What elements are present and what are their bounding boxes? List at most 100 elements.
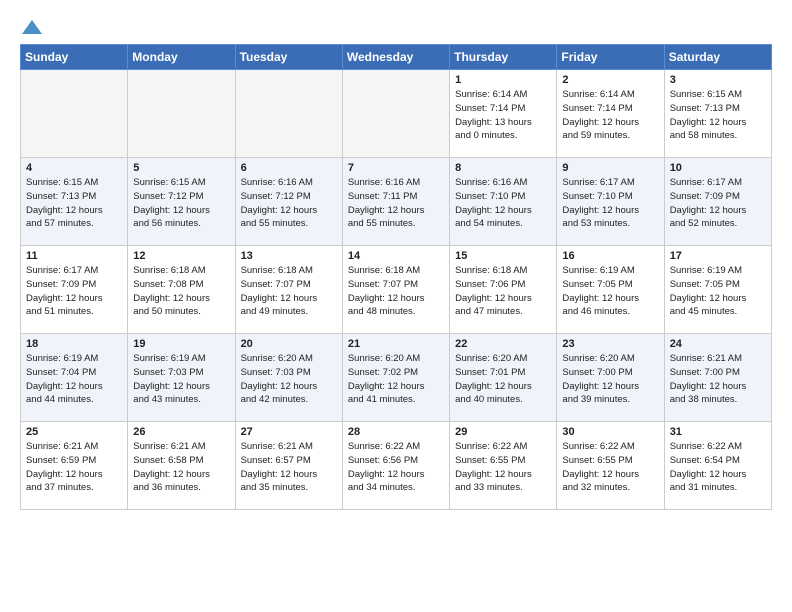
day-info: Sunrise: 6:20 AM Sunset: 7:03 PM Dayligh…: [241, 352, 337, 407]
day-number: 30: [562, 426, 658, 438]
day-number: 26: [133, 426, 229, 438]
day-cell: [21, 70, 128, 158]
week-row-2: 4 Sunrise: 6:15 AM Sunset: 7:13 PM Daylig…: [21, 158, 772, 246]
day-number: 14: [348, 250, 444, 262]
day-number: 19: [133, 338, 229, 350]
week-row-3: 11 Sunrise: 6:17 AM Sunset: 7:09 PM Dayli…: [21, 246, 772, 334]
day-cell: 9 Sunrise: 6:17 AM Sunset: 7:10 PM Daylig…: [557, 158, 664, 246]
day-cell: [342, 70, 449, 158]
calendar-table: SundayMondayTuesdayWednesdayThursdayFrid…: [20, 44, 772, 510]
day-cell: 8 Sunrise: 6:16 AM Sunset: 7:10 PM Daylig…: [450, 158, 557, 246]
day-info: Sunrise: 6:22 AM Sunset: 6:56 PM Dayligh…: [348, 440, 444, 495]
day-cell: 11 Sunrise: 6:17 AM Sunset: 7:09 PM Dayli…: [21, 246, 128, 334]
day-info: Sunrise: 6:18 AM Sunset: 7:07 PM Dayligh…: [348, 264, 444, 319]
day-info: Sunrise: 6:20 AM Sunset: 7:01 PM Dayligh…: [455, 352, 551, 407]
day-number: 18: [26, 338, 122, 350]
day-number: 17: [670, 250, 766, 262]
day-cell: 18 Sunrise: 6:19 AM Sunset: 7:04 PM Dayli…: [21, 334, 128, 422]
day-number: 9: [562, 162, 658, 174]
header-day-sunday: Sunday: [21, 45, 128, 70]
day-info: Sunrise: 6:16 AM Sunset: 7:11 PM Dayligh…: [348, 176, 444, 231]
day-info: Sunrise: 6:19 AM Sunset: 7:05 PM Dayligh…: [670, 264, 766, 319]
day-number: 4: [26, 162, 122, 174]
day-cell: 24Sunrise: 6:21 AM Sunset: 7:00 PM Dayli…: [664, 334, 771, 422]
day-info: Sunrise: 6:15 AM Sunset: 7:12 PM Dayligh…: [133, 176, 229, 231]
day-number: 3: [670, 74, 766, 86]
day-cell: 29 Sunrise: 6:22 AM Sunset: 6:55 PM Dayli…: [450, 422, 557, 510]
day-cell: 1 Sunrise: 6:14 AM Sunset: 7:14 PM Daylig…: [450, 70, 557, 158]
day-info: Sunrise: 6:14 AM Sunset: 7:14 PM Dayligh…: [455, 88, 551, 143]
day-cell: 25 Sunrise: 6:21 AM Sunset: 6:59 PM Dayli…: [21, 422, 128, 510]
day-info: Sunrise: 6:20 AM Sunset: 7:02 PM Dayligh…: [348, 352, 444, 407]
day-info: Sunrise: 6:21 AM Sunset: 6:57 PM Dayligh…: [241, 440, 337, 495]
day-info: Sunrise: 6:22 AM Sunset: 6:55 PM Dayligh…: [455, 440, 551, 495]
day-cell: 16 Sunrise: 6:19 AM Sunset: 7:05 PM Dayli…: [557, 246, 664, 334]
day-number: 10: [670, 162, 766, 174]
day-info: Sunrise: 6:19 AM Sunset: 7:03 PM Dayligh…: [133, 352, 229, 407]
day-cell: 19 Sunrise: 6:19 AM Sunset: 7:03 PM Dayli…: [128, 334, 235, 422]
day-cell: 13Sunrise: 6:18 AM Sunset: 7:07 PM Dayli…: [235, 246, 342, 334]
day-number: 25: [26, 426, 122, 438]
day-cell: 3Sunrise: 6:15 AM Sunset: 7:13 PM Daylig…: [664, 70, 771, 158]
day-number: 24: [670, 338, 766, 350]
week-row-4: 18 Sunrise: 6:19 AM Sunset: 7:04 PM Dayli…: [21, 334, 772, 422]
day-info: Sunrise: 6:17 AM Sunset: 7:10 PM Dayligh…: [562, 176, 658, 231]
header-day-monday: Monday: [128, 45, 235, 70]
day-info: Sunrise: 6:18 AM Sunset: 7:08 PM Dayligh…: [133, 264, 229, 319]
header-day-saturday: Saturday: [664, 45, 771, 70]
day-info: Sunrise: 6:22 AM Sunset: 6:55 PM Dayligh…: [562, 440, 658, 495]
day-cell: 26Sunrise: 6:21 AM Sunset: 6:58 PM Dayli…: [128, 422, 235, 510]
day-info: Sunrise: 6:17 AM Sunset: 7:09 PM Dayligh…: [26, 264, 122, 319]
header-day-friday: Friday: [557, 45, 664, 70]
day-info: Sunrise: 6:20 AM Sunset: 7:00 PM Dayligh…: [562, 352, 658, 407]
header: [20, 16, 772, 36]
day-info: Sunrise: 6:16 AM Sunset: 7:10 PM Dayligh…: [455, 176, 551, 231]
day-info: Sunrise: 6:15 AM Sunset: 7:13 PM Dayligh…: [26, 176, 122, 231]
day-info: Sunrise: 6:22 AM Sunset: 6:54 PM Dayligh…: [670, 440, 766, 495]
day-number: 2: [562, 74, 658, 86]
day-cell: 20Sunrise: 6:20 AM Sunset: 7:03 PM Dayli…: [235, 334, 342, 422]
day-cell: 30 Sunrise: 6:22 AM Sunset: 6:55 PM Dayli…: [557, 422, 664, 510]
day-cell: 6 Sunrise: 6:16 AM Sunset: 7:12 PM Daylig…: [235, 158, 342, 246]
day-number: 7: [348, 162, 444, 174]
day-number: 16: [562, 250, 658, 262]
day-cell: [235, 70, 342, 158]
day-number: 28: [348, 426, 444, 438]
day-info: Sunrise: 6:19 AM Sunset: 7:05 PM Dayligh…: [562, 264, 658, 319]
day-cell: 22 Sunrise: 6:20 AM Sunset: 7:01 PM Dayli…: [450, 334, 557, 422]
day-cell: [128, 70, 235, 158]
day-number: 22: [455, 338, 551, 350]
day-number: 23: [562, 338, 658, 350]
day-info: Sunrise: 6:21 AM Sunset: 6:59 PM Dayligh…: [26, 440, 122, 495]
day-number: 27: [241, 426, 337, 438]
header-row: SundayMondayTuesdayWednesdayThursdayFrid…: [21, 45, 772, 70]
week-row-5: 25 Sunrise: 6:21 AM Sunset: 6:59 PM Dayli…: [21, 422, 772, 510]
day-cell: 10 Sunrise: 6:17 AM Sunset: 7:09 PM Dayli…: [664, 158, 771, 246]
day-number: 8: [455, 162, 551, 174]
day-number: 13: [241, 250, 337, 262]
day-cell: 7 Sunrise: 6:16 AM Sunset: 7:11 PM Daylig…: [342, 158, 449, 246]
day-number: 6: [241, 162, 337, 174]
day-number: 29: [455, 426, 551, 438]
day-cell: 27 Sunrise: 6:21 AM Sunset: 6:57 PM Dayli…: [235, 422, 342, 510]
week-row-1: 1 Sunrise: 6:14 AM Sunset: 7:14 PM Daylig…: [21, 70, 772, 158]
day-info: Sunrise: 6:17 AM Sunset: 7:09 PM Dayligh…: [670, 176, 766, 231]
day-cell: 2 Sunrise: 6:14 AM Sunset: 7:14 PM Daylig…: [557, 70, 664, 158]
day-number: 12: [133, 250, 229, 262]
day-number: 11: [26, 250, 122, 262]
day-cell: 21Sunrise: 6:20 AM Sunset: 7:02 PM Dayli…: [342, 334, 449, 422]
day-cell: 4 Sunrise: 6:15 AM Sunset: 7:13 PM Daylig…: [21, 158, 128, 246]
day-cell: 17 Sunrise: 6:19 AM Sunset: 7:05 PM Dayli…: [664, 246, 771, 334]
calendar-body: 1 Sunrise: 6:14 AM Sunset: 7:14 PM Daylig…: [21, 70, 772, 510]
day-info: Sunrise: 6:16 AM Sunset: 7:12 PM Dayligh…: [241, 176, 337, 231]
header-day-tuesday: Tuesday: [235, 45, 342, 70]
header-day-thursday: Thursday: [450, 45, 557, 70]
day-cell: 28 Sunrise: 6:22 AM Sunset: 6:56 PM Dayli…: [342, 422, 449, 510]
day-cell: 12 Sunrise: 6:18 AM Sunset: 7:08 PM Dayli…: [128, 246, 235, 334]
day-cell: 5Sunrise: 6:15 AM Sunset: 7:12 PM Daylig…: [128, 158, 235, 246]
day-cell: 23 Sunrise: 6:20 AM Sunset: 7:00 PM Dayli…: [557, 334, 664, 422]
day-info: Sunrise: 6:14 AM Sunset: 7:14 PM Dayligh…: [562, 88, 658, 143]
day-number: 1: [455, 74, 551, 86]
day-info: Sunrise: 6:19 AM Sunset: 7:04 PM Dayligh…: [26, 352, 122, 407]
day-cell: 31Sunrise: 6:22 AM Sunset: 6:54 PM Dayli…: [664, 422, 771, 510]
